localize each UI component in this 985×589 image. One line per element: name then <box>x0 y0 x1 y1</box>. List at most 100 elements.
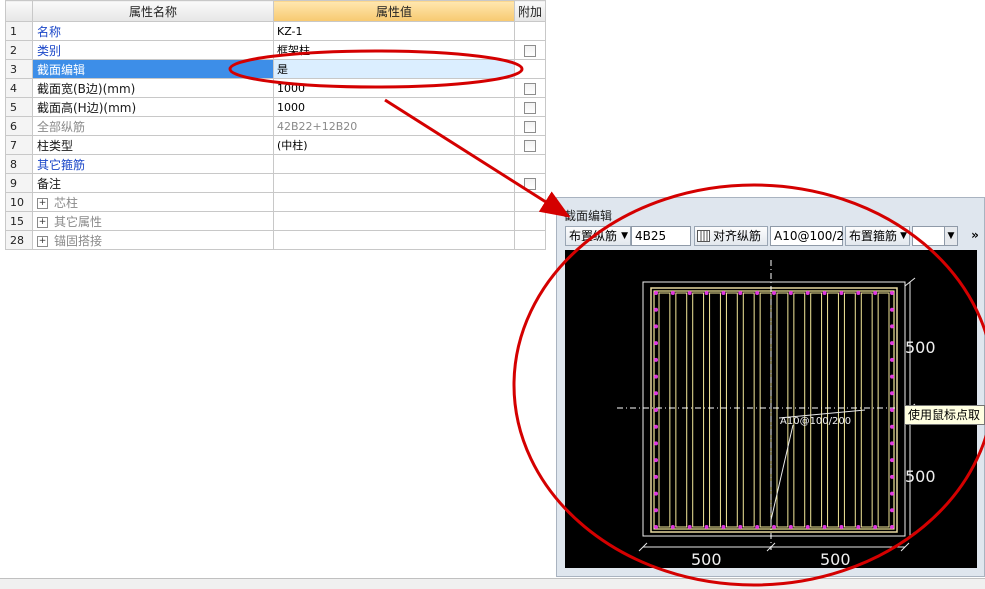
stirrup-leg <box>843 292 856 528</box>
table-row[interactable]: 10 + 芯柱 <box>5 192 546 212</box>
rebar-point <box>890 391 894 396</box>
rebar-point <box>822 525 827 529</box>
chevron-down-icon: ▼ <box>621 231 628 241</box>
rebar-point <box>738 291 743 295</box>
table-row[interactable]: 15 + 其它属性 <box>5 211 546 231</box>
extra-checkbox[interactable] <box>524 101 536 114</box>
property-name: 其它箍筋 <box>32 154 274 174</box>
extra-cell <box>514 21 546 41</box>
status-bar <box>0 578 985 589</box>
extra-header[interactable]: 附加 <box>514 0 546 22</box>
style-select[interactable]: ▼ <box>912 226 958 246</box>
rebar-point <box>654 307 658 312</box>
rebar-point <box>788 291 793 295</box>
stirrup-spec-label: A10@100/200 <box>780 416 851 427</box>
property-value[interactable]: 42B22+12B20 <box>273 116 515 136</box>
extra-checkbox[interactable] <box>524 139 536 152</box>
property-value[interactable] <box>273 154 515 174</box>
table-row[interactable]: 8 其它箍筋 <box>5 154 546 174</box>
rebar-point <box>687 291 692 295</box>
row-number: 2 <box>5 40 33 60</box>
row-number: 28 <box>5 230 33 250</box>
property-name: 锚固搭接 <box>54 233 103 248</box>
extra-cell <box>514 97 546 117</box>
table-row[interactable]: 9 备注 <box>5 173 546 193</box>
property-group[interactable]: + 锚固搭接 <box>32 230 274 250</box>
table-row[interactable]: 2 类别 框架柱 <box>5 40 546 60</box>
table-row[interactable]: 28 + 锚固搭接 <box>5 230 546 250</box>
table-row[interactable]: 7 柱类型 (中柱) <box>5 135 546 155</box>
property-group[interactable]: + 芯柱 <box>32 192 274 212</box>
rebar-point <box>654 374 658 379</box>
rebar-point <box>721 291 726 295</box>
dimension-label: 500 <box>820 550 851 568</box>
rebar-point <box>654 341 658 346</box>
stirrup-spec-input[interactable]: A10@100/2 <box>770 226 844 246</box>
rebar-point <box>721 525 726 529</box>
property-value[interactable]: 1000 <box>273 78 515 98</box>
row-number: 5 <box>5 97 33 117</box>
outer-stirrup <box>653 290 895 530</box>
expand-icon[interactable]: + <box>37 216 48 228</box>
extra-cell <box>514 59 546 79</box>
property-name: 芯柱 <box>54 195 79 210</box>
property-name: 全部纵筋 <box>32 116 274 136</box>
table-row[interactable]: 4 截面宽(B边)(mm) 1000 <box>5 78 546 98</box>
property-name: 截面高(H边)(mm) <box>32 97 274 117</box>
rebar-point <box>890 458 894 463</box>
extra-cell <box>514 78 546 98</box>
tooltip: 使用鼠标点取 <box>904 405 985 425</box>
property-group[interactable]: + 其它属性 <box>32 211 274 231</box>
extra-cell <box>514 173 546 193</box>
property-value-input[interactable]: 是 <box>273 59 515 79</box>
property-value[interactable] <box>273 230 515 250</box>
rebar-point <box>654 474 658 479</box>
extra-cell <box>514 230 546 250</box>
property-value-header[interactable]: 属性值 <box>273 0 515 22</box>
rebar-point <box>805 291 810 295</box>
row-number: 10 <box>5 192 33 212</box>
extra-checkbox[interactable] <box>524 82 536 95</box>
table-row[interactable]: 6 全部纵筋 42B22+12B20 <box>5 116 546 136</box>
extra-checkbox[interactable] <box>524 44 536 57</box>
place-stirrup-dropdown[interactable]: 布置箍筋 ▼ <box>845 226 910 246</box>
align-longitudinal-button[interactable]: 对齐纵筋 <box>694 226 768 246</box>
rebar-point <box>890 525 894 529</box>
property-value[interactable]: 1000 <box>273 97 515 117</box>
property-value[interactable] <box>273 211 515 231</box>
table-row[interactable]: 1 名称 KZ-1 <box>5 21 546 41</box>
expand-icon[interactable]: + <box>37 197 48 209</box>
place-longitudinal-dropdown[interactable]: 布置纵筋 ▼ <box>565 226 631 246</box>
rebar-point <box>856 525 861 529</box>
rebar-point <box>772 525 776 529</box>
property-value[interactable]: (中柱) <box>273 135 515 155</box>
property-value[interactable] <box>273 173 515 193</box>
toolbar-overflow-button[interactable]: » <box>968 226 982 246</box>
align-longitudinal-label: 对齐纵筋 <box>713 229 762 243</box>
column-section-outline <box>642 281 906 537</box>
row-number: 9 <box>5 173 33 193</box>
row-number: 7 <box>5 135 33 155</box>
rebar-point <box>654 508 658 513</box>
property-grid: 属性名称 属性值 附加 1 名称 KZ-1 2 类别 框架柱 3 截面编辑 是 … <box>5 0 546 250</box>
stirrup-leg <box>709 292 721 528</box>
table-row-selected[interactable]: 3 截面编辑 是 <box>5 59 546 79</box>
property-value[interactable]: KZ-1 <box>273 21 515 41</box>
table-row[interactable]: 5 截面高(H边)(mm) 1000 <box>5 97 546 117</box>
property-value[interactable] <box>273 192 515 212</box>
expand-icon[interactable]: + <box>37 235 48 247</box>
longitudinal-spec-input[interactable]: 4B25 <box>631 226 691 246</box>
rebar-points <box>654 291 894 529</box>
rebar-point <box>654 291 658 295</box>
rebar-point <box>687 525 692 529</box>
rebar-point <box>654 408 658 412</box>
property-value[interactable]: 框架柱 <box>273 40 515 60</box>
dimension-label: 500 <box>905 338 936 357</box>
rebar-point <box>654 458 658 463</box>
align-bars-icon <box>697 230 710 242</box>
extra-checkbox[interactable] <box>524 177 536 190</box>
stirrup-lines <box>653 290 895 530</box>
extra-checkbox[interactable] <box>524 120 536 133</box>
rebar-point <box>890 291 894 295</box>
property-name-header[interactable]: 属性名称 <box>32 0 274 22</box>
